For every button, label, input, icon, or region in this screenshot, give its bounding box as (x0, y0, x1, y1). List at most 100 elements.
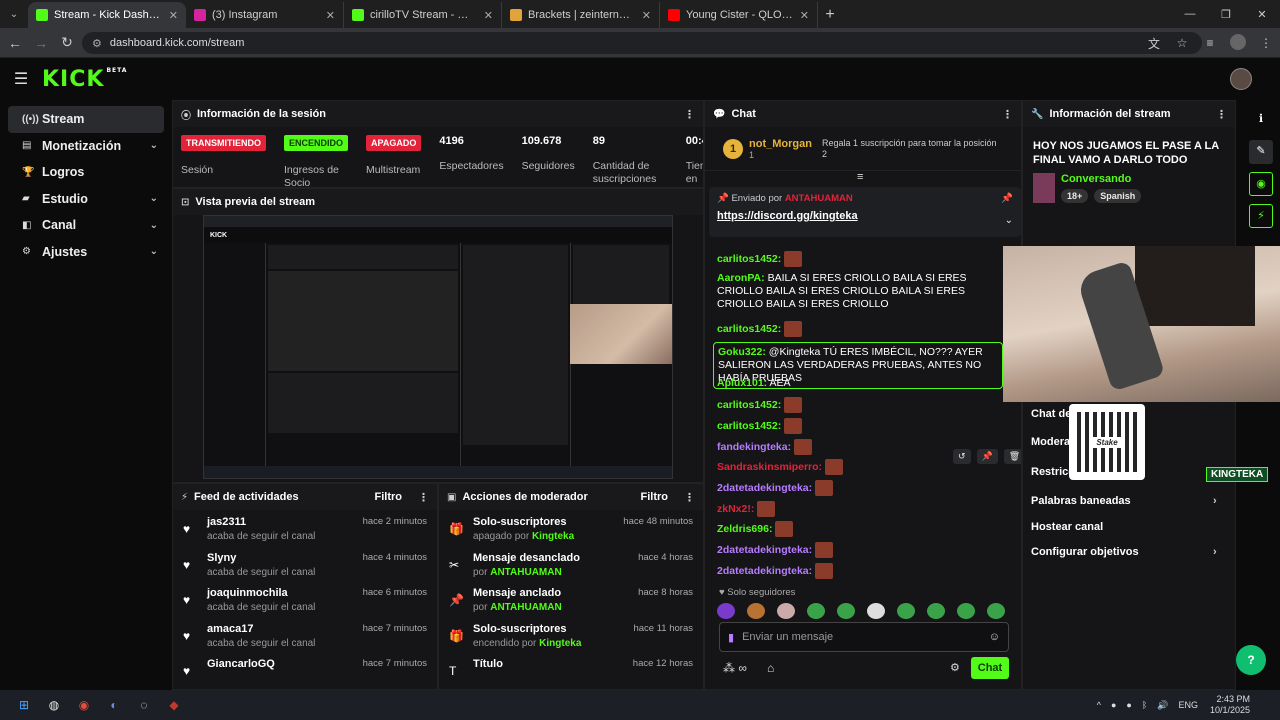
chat-message[interactable]: 2datetadekingteka: (717, 563, 1007, 579)
filter-button[interactable]: Filtro (641, 491, 669, 503)
chat-message[interactable]: AaronPA: BAILA SI ERES CRIOLLO BAILA SI … (717, 272, 1007, 311)
moderator-name[interactable]: ANTAHUAMAN (490, 567, 561, 578)
follower-name[interactable]: joaquinmochila (207, 587, 363, 599)
follower-name[interactable]: amaca17 (207, 623, 363, 635)
stream-setting-link[interactable]: Modera (1031, 436, 1070, 448)
chat-username[interactable]: Sandraskinsmiperro: (717, 461, 822, 473)
delete-icon[interactable]: 🗑 (1003, 449, 1021, 464)
chat-username[interactable]: Zeldris696: (717, 523, 772, 535)
store-icon[interactable]: ⌂ (767, 661, 774, 675)
chat-message[interactable]: carlitos1452: (717, 418, 1007, 434)
stream-setting-link[interactable]: Chat de (1031, 408, 1071, 420)
emoji-icon[interactable]: ☺ (989, 631, 1000, 643)
back-icon[interactable]: ← (2, 35, 28, 51)
clock[interactable]: 2:43 PM 10/1/2025 (1210, 694, 1250, 716)
tray-expand-icon[interactable]: ^ (1097, 700, 1101, 710)
sidebar-item-stream[interactable]: ((•)) Stream (8, 106, 164, 133)
close-tab-icon[interactable]: ✕ (326, 9, 335, 22)
chrome-icon[interactable]: ◉ (70, 695, 98, 715)
category-name[interactable]: Conversando (1061, 173, 1141, 185)
kick-logo[interactable]: KICK BETA (42, 67, 127, 92)
tray-app-icon[interactable]: ● (1111, 700, 1116, 710)
kebab-menu-icon[interactable]: ⋮ (418, 491, 429, 504)
chat-username[interactable]: Aplux101: (717, 377, 767, 389)
emote-icon[interactable] (747, 603, 765, 619)
mod-action-item[interactable]: 🎁 Solo-suscriptores encendido por Kingteka… (439, 617, 703, 653)
media-icon[interactable]: ≡ (1196, 36, 1224, 50)
reload-icon[interactable]: ↻ (54, 34, 80, 51)
chat-message[interactable]: carlitos1452: (717, 397, 1007, 413)
browser-tab[interactable]: Young Cister - QLOO* (Lyrics) ft ✕ (660, 2, 818, 28)
sidebar-item-estudio[interactable]: ▰ Estudio ⌄ (8, 186, 164, 213)
close-tab-icon[interactable]: ✕ (642, 9, 651, 22)
restore-icon[interactable]: ❐ (1208, 0, 1244, 28)
emote-icon[interactable] (807, 603, 825, 619)
bolt-widget-icon[interactable]: ⚡ (1249, 204, 1273, 228)
browser-tab[interactable]: cirilloTV Stream - Watch Live on ✕ (344, 2, 502, 28)
feed-item[interactable]: ♥ joaquinmochila acaba de seguir el canal h… (173, 581, 437, 617)
browser-menu-icon[interactable]: ⋮ (1252, 36, 1280, 50)
chat-username[interactable]: fandekingteka: (717, 441, 791, 453)
close-tab-icon[interactable]: ✕ (169, 9, 178, 22)
sidebar-item-ajustes[interactable]: ⚙ Ajustes ⌄ (8, 239, 164, 266)
close-tab-icon[interactable]: ✕ (484, 9, 493, 22)
chat-message[interactable]: zkNx2!: (717, 501, 1007, 517)
help-chat-button[interactable]: ? (1236, 645, 1266, 675)
chat-message[interactable]: carlitos1452: (717, 251, 1007, 267)
chevron-right-icon[interactable]: › (1213, 546, 1217, 558)
pin-toggle-icon[interactable]: 📌 (1001, 193, 1013, 204)
sidebar-item-monetización[interactable]: ▤ Monetización ⌄ (8, 133, 164, 160)
camera-widget-icon[interactable]: ◉ (1249, 172, 1273, 196)
dota-icon[interactable]: ◆ (160, 695, 188, 715)
chevron-down-icon[interactable]: ⌄ (150, 246, 158, 257)
site-settings-icon[interactable]: ⚙ (92, 37, 102, 50)
chat-message[interactable]: carlitos1452: (717, 321, 1007, 337)
kebab-menu-icon[interactable]: ⋮ (684, 491, 695, 504)
kebab-menu-icon[interactable]: ⋮ (684, 108, 695, 121)
chat-message[interactable]: 2datetadekingteka: (717, 480, 1007, 496)
stream-tag[interactable]: 18+ (1061, 189, 1089, 203)
chat-username[interactable]: zkNx2!: (717, 503, 754, 515)
gifter-name[interactable]: not_Morgan (749, 138, 812, 150)
follower-name[interactable]: Slyny (207, 552, 363, 564)
emote-icon[interactable] (927, 603, 945, 619)
chat-username[interactable]: 2datetadekingteka: (717, 565, 812, 577)
mic-icon[interactable]: ▮ (728, 631, 734, 644)
chevron-down-icon[interactable]: ⌄ (150, 140, 158, 151)
bluetooth-icon[interactable]: ᛒ (1142, 700, 1147, 710)
sidebar-item-logros[interactable]: 🏆 Logros (8, 159, 164, 186)
browser-tab[interactable]: Brackets | zeinternacional ✕ (502, 2, 660, 28)
chat-username[interactable]: carlitos1452: (717, 420, 781, 432)
moderator-name[interactable]: Kingteka (539, 638, 581, 649)
kebab-menu-icon[interactable]: ⋮ (1002, 108, 1013, 121)
edit-icon[interactable]: ✎ (1249, 140, 1273, 164)
follower-name[interactable]: GiancarloGQ (207, 658, 363, 670)
steam-icon[interactable]: ◍ (40, 695, 68, 715)
chat-username[interactable]: AaronPA: (717, 272, 765, 284)
infinity-icon[interactable]: ⁂ ∞ (723, 661, 747, 675)
chat-message[interactable]: 2datetadekingteka: (717, 542, 1007, 558)
stream-setting-link[interactable]: Palabras baneadas › (1031, 495, 1217, 507)
feed-item[interactable]: ♥ amaca17 acaba de seguir el canal hace 7 m… (173, 617, 437, 653)
moderator-name[interactable]: Kingteka (532, 531, 574, 542)
mod-action-item[interactable]: T Título hace 12 horas (439, 652, 703, 688)
emote-icon[interactable] (717, 603, 735, 619)
tray-app-icon[interactable]: ● (1126, 700, 1131, 710)
mod-action-item[interactable]: ✂ Mensaje desanclado por ANTAHUAMAN hace 4 … (439, 546, 703, 582)
stream-setting-link[interactable]: Hostear canal (1031, 521, 1103, 533)
mod-action-item[interactable]: 📌 Mensaje anclado por ANTAHUAMAN hace 8 hor… (439, 581, 703, 617)
hamburger-menu-icon[interactable]: ☰ (0, 69, 42, 89)
feed-item[interactable]: ♥ jas2311 acaba de seguir el canal hace 2 m… (173, 510, 437, 546)
pin-action-icon[interactable]: 📌 (976, 449, 998, 464)
browser-tab[interactable]: Stream - Kick Dashboard ✕ (28, 2, 186, 28)
volume-icon[interactable]: 🔊 (1157, 700, 1168, 711)
new-tab-button[interactable]: + (818, 2, 842, 28)
forward-icon[interactable]: → (28, 35, 54, 51)
chevron-down-icon[interactable]: ⌄ (1005, 215, 1013, 226)
filter-button[interactable]: Filtro (375, 491, 403, 503)
language-indicator[interactable]: ENG (1178, 700, 1198, 710)
chat-message-input[interactable]: ▮ Enviar un mensaje ☺ (719, 622, 1009, 652)
stream-preview-video[interactable]: KICK (203, 215, 673, 479)
browser-tab[interactable]: (3) Instagram ✕ (186, 2, 344, 28)
chat-username[interactable]: carlitos1452: (717, 253, 781, 265)
